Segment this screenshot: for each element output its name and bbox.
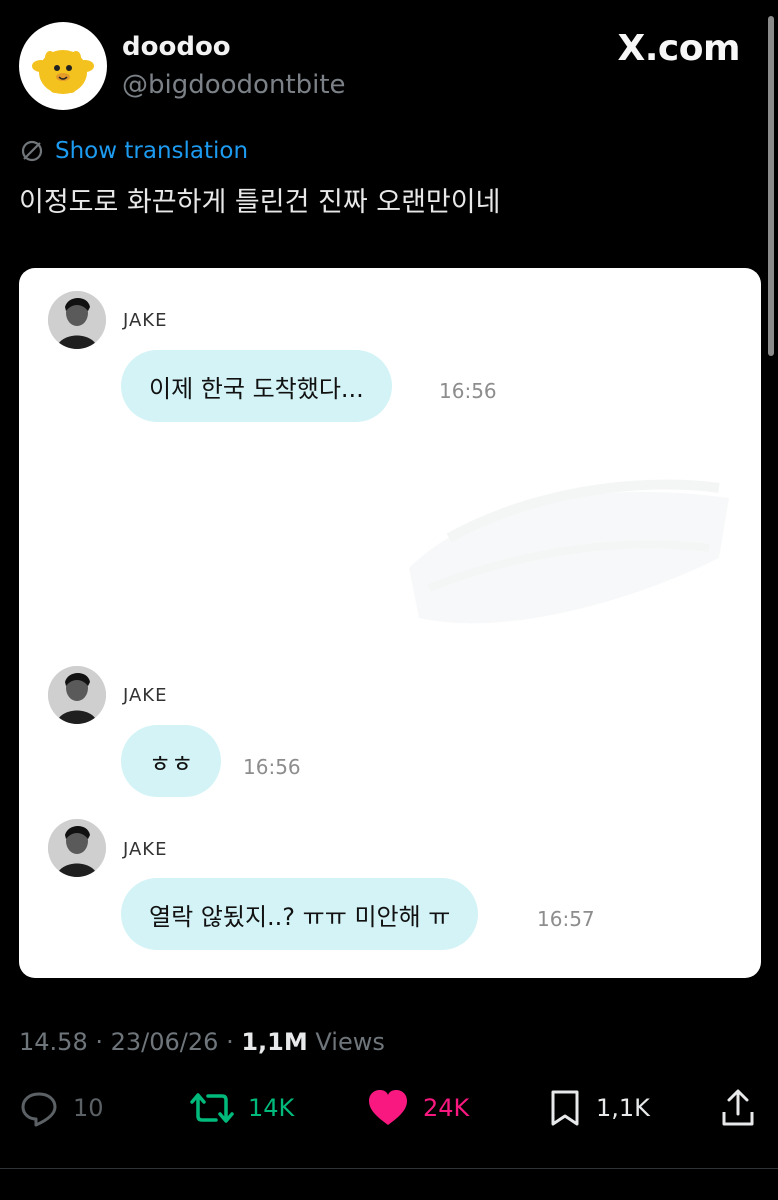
message-time: 16:56 <box>439 379 497 403</box>
show-translation-link[interactable]: Show translation <box>55 138 248 164</box>
message-bubble: ㅎㅎ <box>121 725 222 797</box>
views-count: 1,1M <box>241 1028 308 1056</box>
tweet-date[interactable]: 23/06/26 <box>111 1028 219 1056</box>
message-sender: JAKE <box>123 310 168 331</box>
action-bar: 10 14K 24K 1,1K <box>0 1088 778 1138</box>
share-button[interactable] <box>720 1088 756 1128</box>
like-button[interactable]: 24K <box>367 1088 469 1128</box>
message-sender: JAKE <box>123 685 168 706</box>
tweet-time[interactable]: 14.58 <box>19 1028 88 1056</box>
retweet-count: 14K <box>248 1094 295 1122</box>
heart-icon <box>369 1090 407 1125</box>
message-avatar <box>48 666 106 724</box>
scrollbar[interactable] <box>768 16 774 356</box>
message-avatar <box>48 819 106 877</box>
bookmark-button[interactable]: 1,1K <box>548 1088 650 1128</box>
faint-watermark <box>409 479 729 624</box>
message-bubble: 열락 않됬지..? ㅠㅠ 미안해 ㅠ <box>121 878 479 950</box>
like-count: 24K <box>423 1094 470 1122</box>
reply-count: 10 <box>73 1094 104 1122</box>
message-time: 16:57 <box>537 907 595 931</box>
tweet-text: 이정도로 화끈하게 틀린건 진짜 오랜만이네 <box>19 187 501 218</box>
tweet-meta: 14.58 · 23/06/26 · 1,1M Views <box>19 1028 385 1056</box>
top-edge <box>0 0 778 6</box>
share-icon <box>722 1089 754 1126</box>
author-avatar[interactable] <box>19 22 107 110</box>
divider <box>0 1168 778 1169</box>
retweet-button[interactable]: 14K <box>190 1088 294 1128</box>
doodoo-character-icon <box>32 50 94 94</box>
translation-row[interactable]: Show translation <box>19 138 248 164</box>
meta-separator: · <box>226 1028 234 1056</box>
reply-icon <box>21 1092 57 1127</box>
message-bubble: 이제 한국 도착했다... <box>121 350 392 422</box>
author-handle[interactable]: @bigdoodontbite <box>122 70 346 100</box>
translate-icon <box>21 140 43 162</box>
message-avatar <box>48 291 106 349</box>
site-logo: X.com <box>617 28 740 69</box>
retweet-icon <box>190 1093 234 1123</box>
meta-separator: · <box>95 1028 103 1056</box>
chat-screenshot-card[interactable]: JAKE 이제 한국 도착했다... 16:56 JAKE ㅎㅎ 16:56 J… <box>19 268 761 978</box>
author-display-name[interactable]: doodoo <box>122 32 231 62</box>
bookmark-icon <box>551 1090 579 1126</box>
reply-button[interactable]: 10 <box>19 1088 104 1128</box>
views-label: Views <box>315 1028 385 1056</box>
bookmark-count: 1,1K <box>596 1094 650 1122</box>
message-sender: JAKE <box>123 839 168 860</box>
message-time: 16:56 <box>243 755 301 779</box>
